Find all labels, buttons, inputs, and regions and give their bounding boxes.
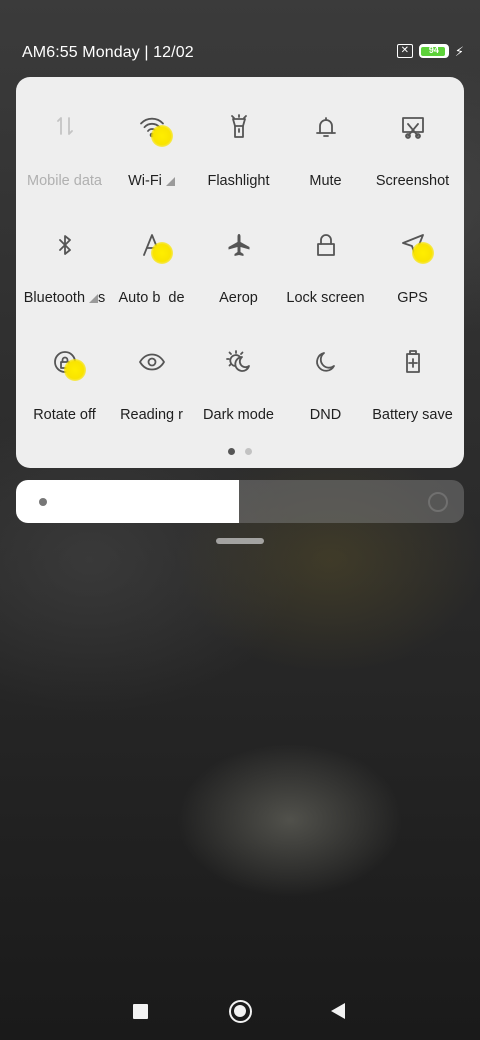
tile-flashlight[interactable]: Flashlight [195, 101, 282, 218]
panel-drag-handle[interactable] [216, 538, 264, 544]
location-arrow-icon [396, 228, 434, 264]
tile-label-text: Battery save [372, 407, 453, 423]
tile-label-text: Mute [309, 173, 342, 189]
brightness-high-icon [428, 492, 448, 512]
tile-label: Reading r [108, 407, 195, 423]
tile-label: Aerop [195, 290, 282, 306]
touch-indicator [411, 242, 434, 264]
bell-icon [309, 111, 343, 145]
tile-reading[interactable]: Reading r [108, 335, 195, 452]
battery-saver-icon [396, 345, 430, 379]
tile-label: Battery save [369, 407, 456, 423]
tile-wifi[interactable]: Wi-Fi [108, 101, 195, 218]
navigation-bar [0, 985, 480, 1040]
tile-label: Flashlight [195, 173, 282, 189]
tile-label: Mobile data [21, 173, 108, 189]
page-dot[interactable] [245, 448, 252, 455]
home-icon[interactable] [229, 1000, 252, 1023]
recent-apps-icon[interactable] [133, 1004, 148, 1019]
tile-auto-brightness[interactable]: Auto b de [108, 218, 195, 335]
quick-settings-grid: Mobile data Wi-Fi Flashlight Mute Screenshot… [21, 101, 459, 452]
back-icon[interactable] [331, 1003, 345, 1019]
tile-label-text: DND [309, 407, 342, 423]
tile-lock-screen[interactable]: Lock screen [282, 218, 369, 335]
tile-mute[interactable]: Mute [282, 101, 369, 218]
battery-level: 94 [428, 45, 439, 55]
brightness-slider[interactable] [16, 480, 464, 523]
page-indicator [16, 448, 464, 455]
tile-label: Dark mode [195, 407, 282, 423]
airplane-icon [222, 228, 256, 262]
tile-dark-mode[interactable]: Dark mode [195, 335, 282, 452]
tile-label: DND [282, 407, 369, 423]
tile-label-text: Reading r [120, 407, 183, 423]
tile-label-text: Dark mode [203, 407, 274, 423]
no-sim-icon: ✕ [396, 44, 413, 58]
tile-label-text: Aerop [219, 290, 258, 306]
tile-rotate[interactable]: Rotate off [21, 335, 108, 452]
screenshot-icon [396, 111, 430, 145]
signal-icon [89, 293, 99, 303]
touch-indicator [150, 125, 173, 147]
tile-label-text: Wi-Fi [128, 173, 162, 189]
tile-label-text: Auto b [118, 290, 161, 306]
bluetooth-icon [48, 228, 82, 262]
tile-label: Wi-Fi [108, 173, 195, 189]
tile-label: GPS [369, 290, 456, 306]
brightness-low-icon [39, 498, 47, 506]
tile-label-text: Screenshot [375, 173, 450, 189]
tile-dnd[interactable]: DND [282, 335, 369, 452]
tile-label-suffix: s [98, 290, 106, 306]
tile-gps[interactable]: GPS [369, 218, 456, 335]
brightness-fill [16, 480, 239, 523]
tile-label-text: Flashlight [207, 173, 270, 189]
tile-label: Lock screen [282, 290, 369, 306]
touch-indicator [63, 359, 86, 381]
status-time-date: AM6:55 Monday | 12/02 [22, 44, 194, 61]
auto-brightness-icon [135, 228, 173, 264]
tile-screenshot[interactable]: Screenshot [369, 101, 456, 218]
tile-label-text: Bluetooth [23, 290, 86, 306]
tile-label-text: GPS [397, 290, 428, 306]
battery-icon: 94 [418, 44, 449, 58]
wifi-icon [135, 111, 173, 147]
tile-label-text: Mobile data [27, 173, 102, 189]
mobile-data-icon [48, 111, 82, 145]
tile-label: Bluetooth s [21, 290, 108, 306]
rotation-lock-icon [48, 345, 86, 381]
dark-mode-icon [222, 345, 256, 379]
status-icons: ✕ 94 ⚡ [396, 43, 464, 59]
moon-icon [309, 345, 343, 379]
tile-mobile-data[interactable]: Mobile data [21, 101, 108, 218]
lock-icon [309, 228, 343, 262]
quick-settings-panel: Mobile data Wi-Fi Flashlight Mute Screenshot… [16, 77, 464, 468]
tile-label-suffix: de [168, 290, 185, 306]
flashlight-icon [222, 111, 256, 145]
tile-label: Screenshot [369, 173, 456, 189]
lightning-icon: ⚡ [454, 43, 464, 59]
tile-battery-saver[interactable]: Battery save [369, 335, 456, 452]
tile-bluetooth[interactable]: Bluetooth s [21, 218, 108, 335]
tile-label: Mute [282, 173, 369, 189]
tile-label: Rotate off [21, 407, 108, 423]
tile-label: Auto b de [108, 290, 195, 306]
touch-indicator [150, 242, 173, 264]
tile-label-text: Lock screen [286, 290, 365, 306]
tile-airplane[interactable]: Aerop [195, 218, 282, 335]
eye-icon [135, 345, 169, 379]
page-dot[interactable] [228, 448, 235, 455]
signal-icon [165, 176, 175, 186]
tile-label-text: Rotate off [33, 407, 96, 423]
